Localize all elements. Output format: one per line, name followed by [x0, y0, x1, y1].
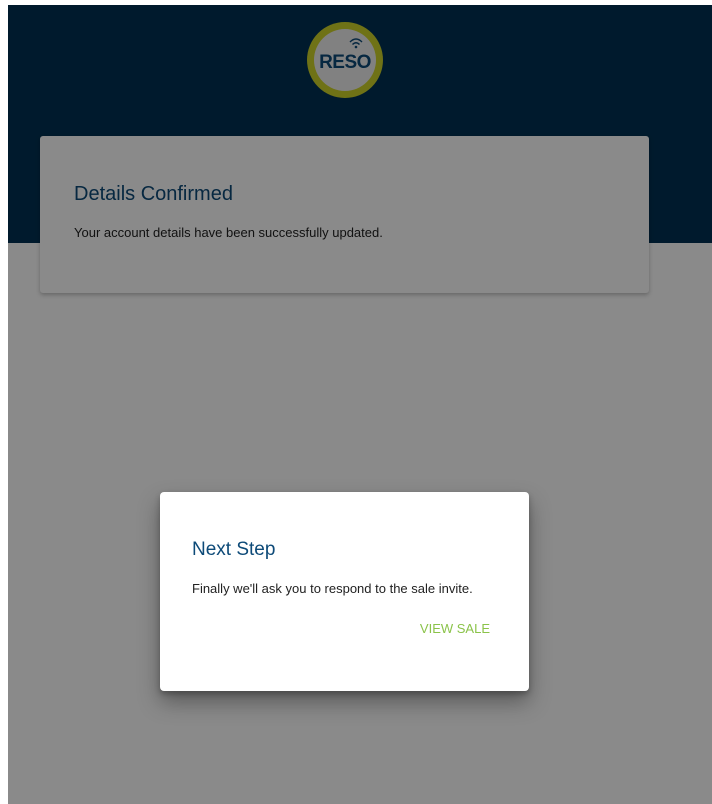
dialog-message: Finally we'll ask you to respond to the … — [192, 581, 473, 596]
view-sale-button[interactable]: VIEW SALE — [418, 617, 492, 640]
app-frame: RESO Details Confirmed Your account deta… — [8, 5, 712, 804]
dialog-title: Next Step — [192, 539, 276, 560]
next-step-dialog: Next Step Finally we'll ask you to respo… — [160, 492, 529, 691]
